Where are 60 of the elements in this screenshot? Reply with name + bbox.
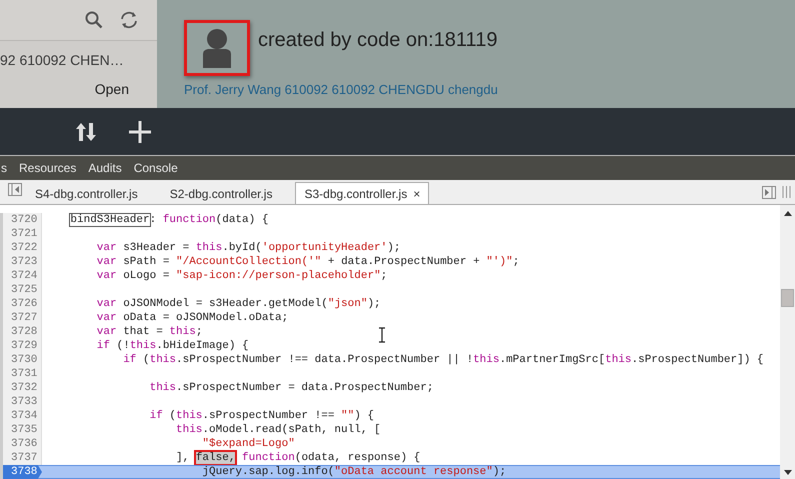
code-line: if (this.sProspectNumber !== data.ProspectNumber || !this.mPartnerImgSrc[this.sProspectNumber]) {: [123, 353, 764, 367]
code-line: var that = this;: [96, 325, 202, 339]
scroll-up-icon[interactable]: [784, 211, 792, 216]
line-number[interactable]: 3730: [0, 353, 42, 367]
panel-toggle-icon[interactable]: [8, 183, 22, 196]
line-number[interactable]: 3723: [0, 255, 42, 269]
line-number[interactable]: 3720: [0, 213, 42, 227]
code-line: ], false, function(odata, response) {: [176, 451, 420, 465]
line-number[interactable]: 3728: [0, 325, 42, 339]
line-number[interactable]: 3721: [0, 227, 42, 241]
add-icon[interactable]: [129, 120, 151, 142]
line-number[interactable]: 3729: [0, 339, 42, 353]
code-line: var oData = oJSONModel.oData;: [96, 311, 288, 325]
code-line: this.sProspectNumber = data.ProspectNumber;: [150, 381, 434, 395]
devtools-panel-tab[interactable]: Console: [132, 161, 180, 175]
person-icon: [201, 28, 233, 68]
line-number[interactable]: 3731: [0, 367, 42, 381]
line-number[interactable]: 3736: [0, 437, 42, 451]
line-number[interactable]: 3738: [0, 465, 42, 479]
refresh-icon[interactable]: [119, 11, 139, 29]
contact-link[interactable]: Prof. Jerry Wang 610092 610092 CHENGDU chengdu: [184, 82, 795, 97]
line-number[interactable]: 3725: [0, 283, 42, 297]
search-icon[interactable]: [85, 11, 103, 29]
scrollbar-thumb[interactable]: [781, 289, 794, 307]
line-number[interactable]: 3733: [0, 395, 42, 409]
line-number[interactable]: 3732: [0, 381, 42, 395]
line-number[interactable]: 3726: [0, 297, 42, 311]
close-icon[interactable]: ×: [413, 186, 420, 200]
line-number[interactable]: 3735: [0, 423, 42, 437]
file-tab[interactable]: S2-dbg.controller.js: [160, 182, 282, 204]
line-number[interactable]: 3727: [0, 311, 42, 325]
file-tab[interactable]: S3-dbg.controller.js ×: [295, 182, 430, 204]
object-title: created by code on:181119: [258, 28, 498, 52]
devtools-panel-tab[interactable]: Resources: [17, 161, 78, 175]
devtools-panel-tab[interactable]: Audits: [86, 161, 124, 175]
line-number[interactable]: 3724: [0, 269, 42, 283]
code-line: if (!this.bHideImage) {: [96, 339, 249, 353]
list-item[interactable]: 92 610092 CHEN… Open: [0, 41, 157, 108]
code-line: this.oModel.read(sPath, null, [: [176, 423, 381, 437]
line-number[interactable]: 3722: [0, 241, 42, 255]
list-item-status: Open: [94, 81, 129, 98]
list-item-title: 92 610092 CHEN…: [0, 52, 124, 68]
scrollbar[interactable]: [780, 205, 795, 479]
panel-toggle-icon[interactable]: [762, 186, 776, 198]
line-number[interactable]: 3734: [0, 409, 42, 423]
text-cursor-icon: [378, 327, 386, 343]
code-line: var oJSONModel = s3Header.getModel("json");: [96, 297, 381, 311]
code-line: "$expand=Logo": [202, 437, 295, 451]
file-tab[interactable]: S4-dbg.controller.js: [26, 182, 147, 204]
grip-icon[interactable]: [782, 186, 791, 198]
code-line: var sPath = "/AccountCollection('" + data.ProspectNumber + "')";: [96, 255, 520, 269]
code-line: bindS3Header: function(data) {: [70, 213, 268, 227]
scroll-down-icon[interactable]: [784, 470, 792, 475]
line-number[interactable]: 3737: [0, 451, 42, 465]
devtools-panel-tab[interactable]: s: [0, 161, 9, 175]
code-line: var oLogo = "sap-icon://person-placeholder";: [96, 269, 388, 283]
code-line: var s3Header = this.byId('opportunityHeader');: [96, 241, 400, 255]
code-line: jQuery.sap.log.info("oData account response");: [202, 465, 506, 479]
sort-icon[interactable]: [75, 122, 97, 142]
code-line: if (this.sProspectNumber !== "") {: [150, 409, 374, 423]
